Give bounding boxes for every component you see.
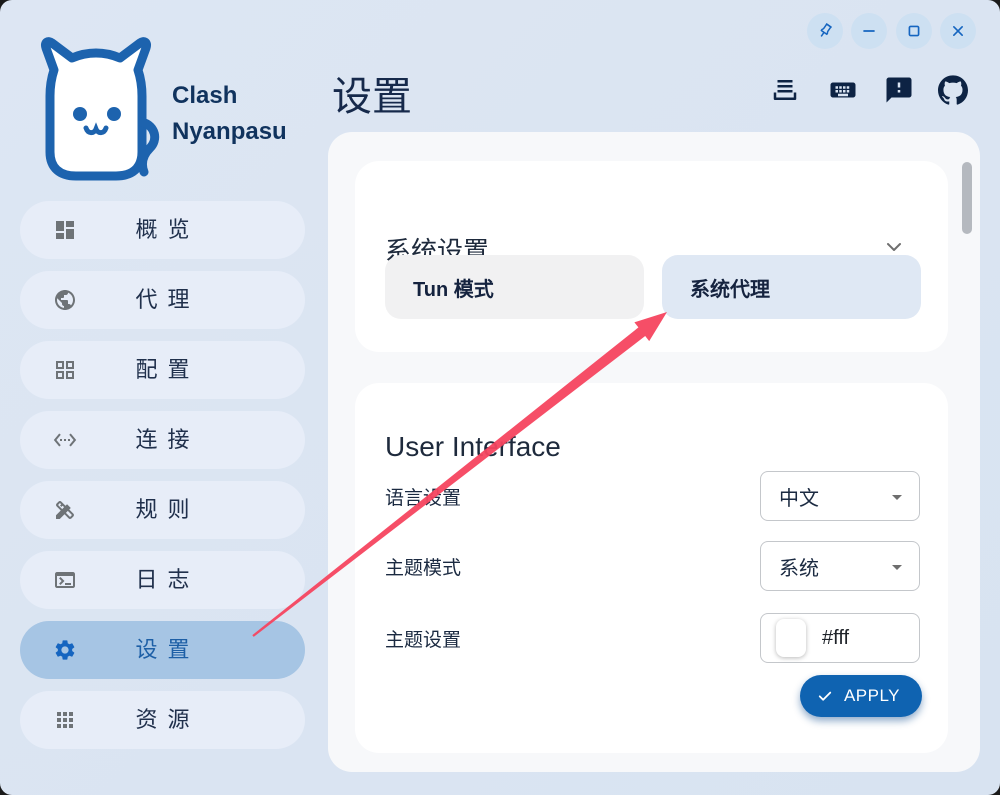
- apply-button[interactable]: APPLY: [800, 675, 922, 717]
- sidebar: Clash Nyanpasu 概览 代理 配置 连接 规则 日志: [0, 0, 320, 795]
- sidebar-item-connections[interactable]: 连接: [20, 411, 305, 469]
- scrollbar-thumb[interactable]: [962, 162, 972, 234]
- settings-panel: 系统设置 Tun 模式 系统代理 User Interface 语言设置 中文 …: [328, 132, 980, 772]
- theme-mode-select[interactable]: 系统: [760, 541, 920, 591]
- language-setting-row: 语言设置 中文: [385, 471, 920, 521]
- user-interface-card: User Interface 语言设置 中文 主题模式 系统 主题设置: [355, 383, 948, 753]
- app-name-line1: Clash: [172, 78, 287, 114]
- page-title: 设置: [332, 64, 412, 122]
- sidebar-item-label: 设置: [20, 621, 305, 679]
- user-interface-title: User Interface: [385, 431, 561, 463]
- color-value: #fff: [822, 627, 849, 650]
- dropdown-caret-icon: [885, 485, 909, 509]
- pin-icon: [815, 21, 835, 41]
- sidebar-item-profiles[interactable]: 配置: [20, 341, 305, 399]
- minimize-icon: [859, 21, 879, 41]
- app-logo-cat: [28, 36, 164, 182]
- language-setting-label: 语言设置: [385, 483, 461, 510]
- system-proxy-button[interactable]: 系统代理: [662, 255, 921, 319]
- app-window: Clash Nyanpasu 概览 代理 配置 连接 规则 日志: [0, 0, 1000, 795]
- theme-color-input[interactable]: #fff: [760, 613, 920, 663]
- app-name: Clash Nyanpasu: [172, 78, 287, 150]
- printer-icon[interactable]: [770, 75, 800, 105]
- sidebar-item-label: 配置: [20, 341, 305, 399]
- dropdown-caret-icon: [885, 555, 909, 579]
- theme-setting-row: 主题设置 #fff: [385, 613, 920, 663]
- theme-mode-row: 主题模式 系统: [385, 541, 920, 591]
- color-swatch[interactable]: [776, 619, 806, 657]
- maximize-icon: [904, 21, 924, 41]
- github-icon[interactable]: [938, 75, 968, 105]
- sidebar-item-label: 概览: [20, 201, 305, 259]
- language-select-value: 中文: [779, 482, 819, 511]
- app-name-line2: Nyanpasu: [172, 114, 287, 150]
- theme-mode-select-value: 系统: [779, 552, 819, 581]
- sidebar-item-overview[interactable]: 概览: [20, 201, 305, 259]
- sidebar-item-rules[interactable]: 规则: [20, 481, 305, 539]
- sidebar-item-proxies[interactable]: 代理: [20, 271, 305, 329]
- sidebar-item-label: 资源: [20, 691, 305, 749]
- tun-mode-button[interactable]: Tun 模式: [385, 255, 644, 319]
- sidebar-item-settings[interactable]: 设置: [20, 621, 305, 679]
- system-settings-card: 系统设置 Tun 模式 系统代理: [355, 161, 948, 352]
- feedback-icon[interactable]: [884, 75, 914, 105]
- check-icon: [816, 687, 834, 705]
- close-icon: [948, 21, 968, 41]
- sidebar-item-resources[interactable]: 资源: [20, 691, 305, 749]
- sidebar-item-label: 代理: [20, 271, 305, 329]
- sidebar-item-label: 连接: [20, 411, 305, 469]
- minimize-button[interactable]: [851, 13, 887, 49]
- theme-setting-label: 主题设置: [385, 625, 461, 652]
- sidebar-item-label: 规则: [20, 481, 305, 539]
- keyboard-icon[interactable]: [828, 75, 858, 105]
- theme-mode-label: 主题模式: [385, 553, 461, 580]
- close-button[interactable]: [940, 13, 976, 49]
- apply-button-label: APPLY: [844, 686, 900, 706]
- sidebar-item-logs[interactable]: 日志: [20, 551, 305, 609]
- sidebar-item-label: 日志: [20, 551, 305, 609]
- maximize-button[interactable]: [896, 13, 932, 49]
- pin-button[interactable]: [807, 13, 843, 49]
- language-select[interactable]: 中文: [760, 471, 920, 521]
